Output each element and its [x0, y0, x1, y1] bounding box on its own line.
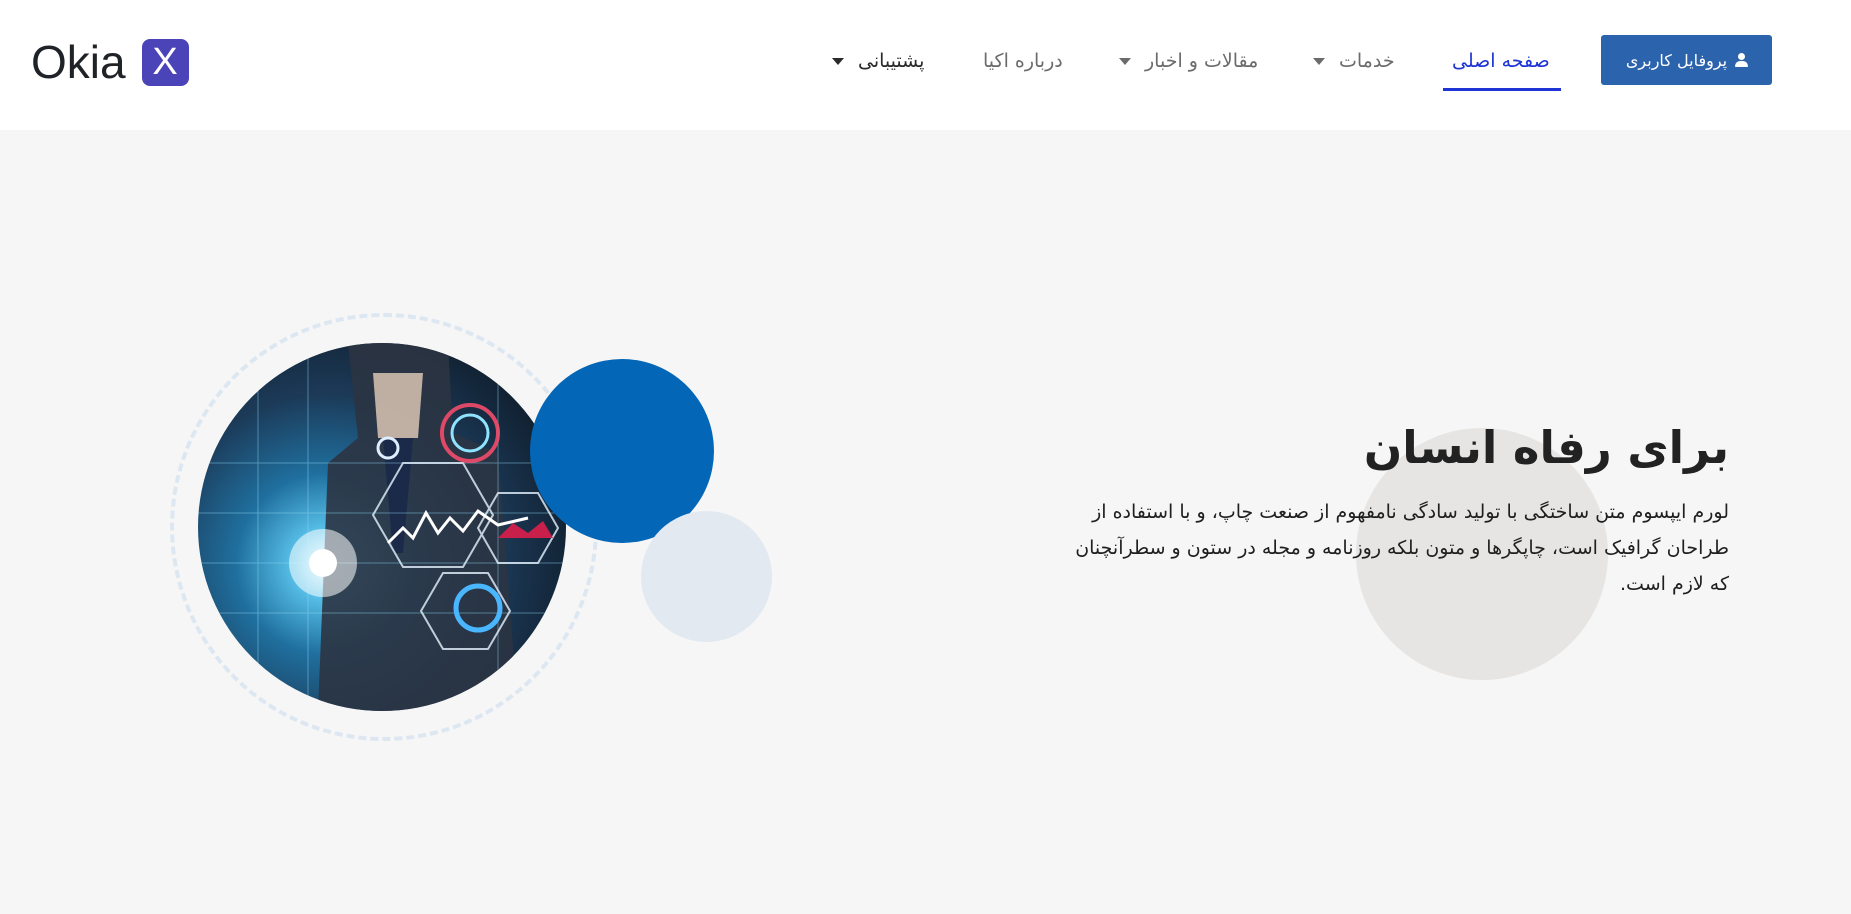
- logo-badge: X: [141, 38, 189, 86]
- decorative-light-circle: [641, 511, 772, 642]
- nav-item-home-label: صفحه اصلی: [1452, 50, 1550, 72]
- caret-down-icon: [1313, 57, 1325, 65]
- nav-item-support[interactable]: پشتیبانی: [832, 46, 924, 76]
- nav-item-articles[interactable]: مقالات و اخبار: [1119, 46, 1258, 76]
- nav-item-support-label: پشتیبانی: [858, 50, 925, 72]
- nav-item-articles-label: مقالات و اخبار: [1145, 50, 1259, 72]
- profile-button[interactable]: پروفایل کاربری: [1601, 35, 1772, 85]
- hero-image-illustration: [198, 343, 566, 711]
- nav-item-about[interactable]: درباره اکیا: [983, 46, 1063, 76]
- user-icon: [1735, 53, 1749, 67]
- nav-item-home[interactable]: صفحه اصلی: [1452, 46, 1550, 76]
- caret-down-icon: [1119, 57, 1131, 65]
- profile-button-label: پروفایل کاربری: [1625, 50, 1728, 70]
- nav-item-services-label: خدمات: [1339, 50, 1395, 72]
- logo-text: Okia: [31, 36, 126, 88]
- hero-title: برای رفاه انسان: [1363, 421, 1729, 474]
- logo[interactable]: Okia X: [31, 36, 189, 88]
- hero-description: لورم ایپسوم متن ساختگی با تولید سادگی نا…: [1075, 501, 1729, 595]
- site-header: Okia X پشتیبانی درباره اکیا مقالات و اخب…: [0, 0, 1851, 130]
- hero-image: [198, 343, 566, 711]
- active-nav-indicator: [1443, 88, 1561, 91]
- nav-item-about-label: درباره اکیا: [983, 50, 1063, 72]
- caret-down-icon: [832, 57, 844, 65]
- nav-item-services[interactable]: خدمات: [1313, 46, 1395, 76]
